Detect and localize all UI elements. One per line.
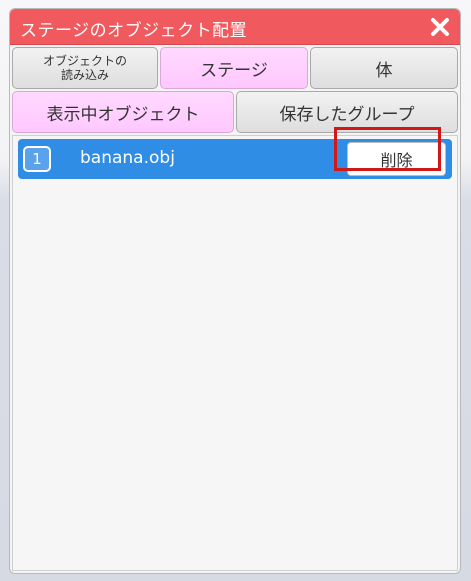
tab-body[interactable]: 体 xyxy=(310,47,458,89)
tab-saved-groups[interactable]: 保存したグループ xyxy=(236,91,458,133)
tab-load-object-line2: 読み込み xyxy=(60,68,109,82)
close-icon xyxy=(431,18,449,36)
tab-stage-label: ステージ xyxy=(200,60,268,81)
title-bar: ステージのオブジェクト配置 xyxy=(10,9,460,45)
item-index: 1 xyxy=(23,146,51,172)
tab-shown-objects-label: 表示中オブジェクト xyxy=(46,104,200,125)
tab-shown-objects[interactable]: 表示中オブジェクト xyxy=(12,91,234,133)
tab-stage[interactable]: ステージ xyxy=(160,47,308,89)
tab-body-label: 体 xyxy=(375,60,393,81)
item-name: banana.obj xyxy=(80,148,175,168)
close-button[interactable] xyxy=(426,13,454,41)
window-title: ステージのオブジェクト配置 xyxy=(20,21,248,41)
tab-saved-groups-label: 保存したグループ xyxy=(279,104,415,125)
tab-load-object[interactable]: オブジェクトの 読み込み xyxy=(12,47,158,89)
tab-load-object-line1: オブジェクトの xyxy=(42,54,127,68)
list-item[interactable]: 1 banana.obj 削除 xyxy=(18,139,452,179)
delete-button[interactable]: 削除 xyxy=(347,142,446,176)
object-list: 1 banana.obj 削除 xyxy=(12,135,458,571)
object-placement-window: ステージのオブジェクト配置 オブジェクトの 読み込み ステージ 体 表示中オブジ… xyxy=(9,8,461,574)
